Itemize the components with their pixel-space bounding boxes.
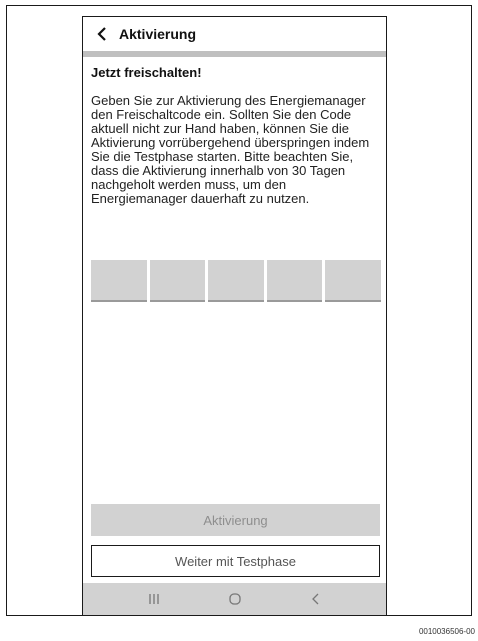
chevron-left-icon[interactable]: [89, 27, 115, 41]
code-field-2[interactable]: [149, 260, 206, 302]
instructions-text: Geben Sie zur Aktivierung des Energieman…: [91, 93, 370, 206]
app-header: Aktivierung: [83, 17, 386, 51]
recent-apps-icon[interactable]: [134, 587, 174, 611]
code-field-3[interactable]: [208, 260, 264, 302]
activation-code-input: [91, 260, 381, 302]
android-nav-bar: [83, 583, 386, 615]
main-content: Jetzt freischalten! Geben Sie zur Aktivi…: [91, 65, 378, 206]
home-icon[interactable]: [215, 587, 255, 611]
figure-reference: 0010036506-00: [418, 627, 475, 636]
code-field-5[interactable]: [325, 260, 381, 302]
phone-screen: Aktivierung Jetzt freischalten! Geben Si…: [82, 16, 387, 616]
code-field-4[interactable]: [266, 260, 323, 302]
activate-button[interactable]: Aktivierung: [91, 504, 380, 536]
code-field-1[interactable]: [91, 260, 147, 302]
back-icon[interactable]: [296, 587, 336, 611]
header-divider: [83, 51, 386, 57]
section-heading: Jetzt freischalten!: [91, 65, 202, 80]
continue-trial-button[interactable]: Weiter mit Testphase: [91, 545, 380, 577]
page-title: Aktivierung: [119, 26, 197, 42]
